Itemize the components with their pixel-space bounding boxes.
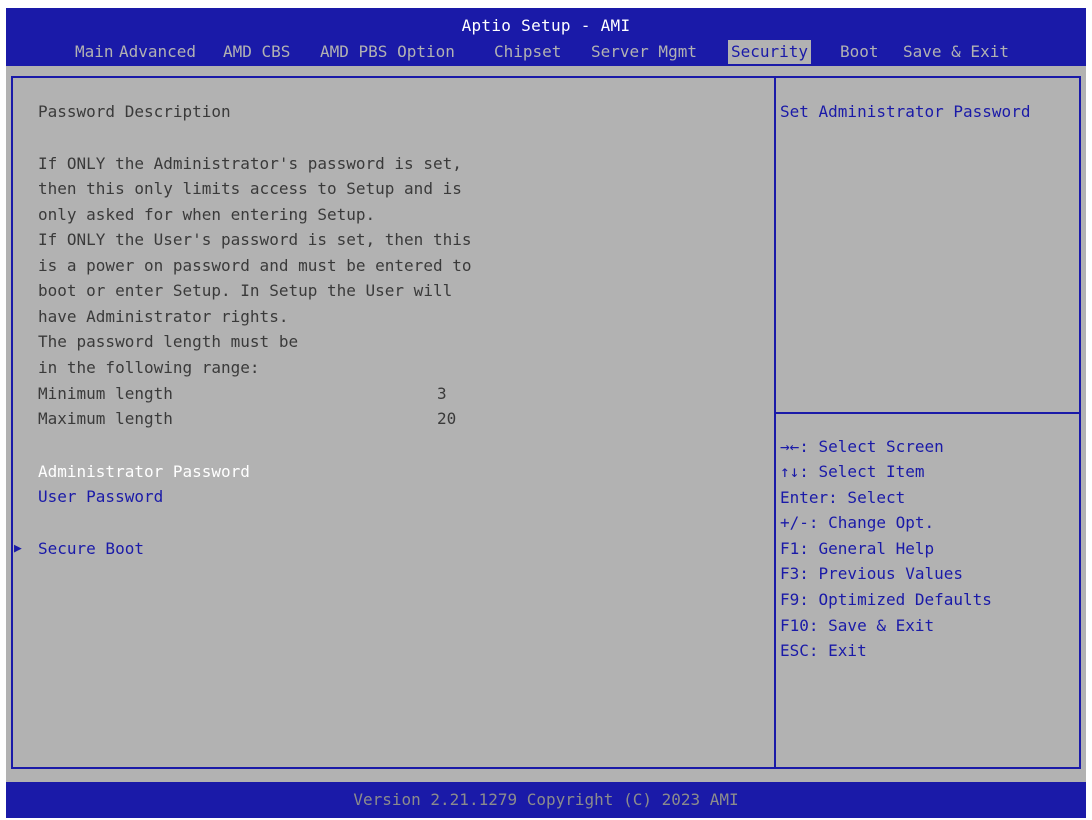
tab-save-exit[interactable]: Save & Exit [900,40,1012,64]
description-title: Password Description [38,102,231,121]
description-line: then this only limits access to Setup an… [38,179,462,198]
key-help-change-opt: +/-: Change Opt. [780,513,935,532]
title-bar: Aptio Setup - AMI Main Advanced AMD CBS … [6,8,1086,66]
key-help-enter: Enter: Select [780,488,906,507]
tab-amd-cbs[interactable]: AMD CBS [220,40,293,64]
description-line: have Administrator rights. [38,307,289,326]
min-length-label: Minimum length [38,384,173,403]
tab-server-mgmt[interactable]: Server Mgmt [588,40,700,64]
help-divider [776,412,1079,414]
description-line: only asked for when entering Setup. [38,205,376,224]
tab-chipset[interactable]: Chipset [491,40,564,64]
panel-divider [774,78,776,767]
key-help-f3: F3: Previous Values [780,564,964,583]
max-length-value: 20 [437,409,457,428]
description-line: boot or enter Setup. In Setup the User w… [38,281,453,300]
tab-advanced[interactable]: Advanced [116,40,199,64]
footer-bar: Version 2.21.1279 Copyright (C) 2023 AMI [6,782,1086,818]
description-line: The password length must be [38,332,299,351]
setup-panel: Password Description If ONLY the Adminis… [11,76,1081,769]
item-help-text: Set Administrator Password [780,102,1031,121]
key-help-esc: ESC: Exit [780,641,867,660]
description-line: in the following range: [38,358,260,377]
key-help-select-screen: →←: Select Screen [780,437,944,456]
key-help-select-item: ↑↓: Select Item [780,462,925,481]
tab-security[interactable]: Security [728,40,812,64]
user-password-item[interactable]: User Password [38,487,163,507]
bios-screen: Aptio Setup - AMI Main Advanced AMD CBS … [6,8,1086,818]
version-text: Version 2.21.1279 Copyright (C) 2023 AMI [353,790,739,809]
key-help-f9: F9: Optimized Defaults [780,590,992,609]
max-length-label: Maximum length [38,409,173,428]
min-length-value: 3 [437,384,447,403]
key-help-f10: F10: Save & Exit [780,616,935,635]
description-line: is a power on password and must be enter… [38,256,472,275]
description-line: If ONLY the User's password is set, then… [38,230,472,249]
tab-amd-pbs-option[interactable]: AMD PBS Option [317,40,458,64]
tab-boot[interactable]: Boot [837,40,882,64]
key-help-f1: F1: General Help [780,539,935,558]
app-title: Aptio Setup - AMI [461,16,631,35]
description-line: If ONLY the Administrator's password is … [38,154,462,173]
administrator-password-item[interactable]: Administrator Password [38,462,250,482]
tab-bar: Main Advanced AMD CBS AMD PBS Option Chi… [6,40,1086,64]
tab-main[interactable]: Main [72,40,117,64]
secure-boot-item[interactable]: Secure Boot [38,539,144,559]
submenu-arrow-icon: ▶ [14,541,22,556]
